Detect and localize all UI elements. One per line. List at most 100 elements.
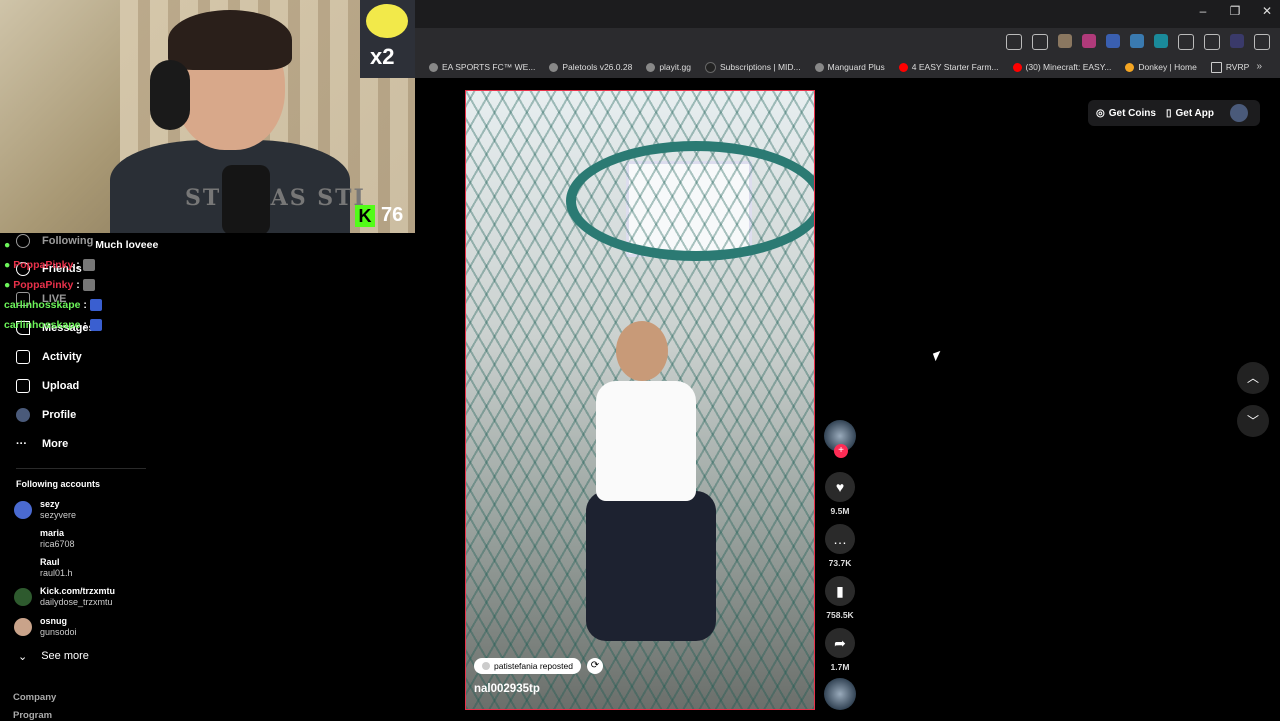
- midjourney-icon: [704, 61, 716, 73]
- following-accounts-title: Following accounts: [16, 479, 101, 489]
- multiplier-badge: x2: [360, 0, 415, 78]
- save-button[interactable]: ▮ 758.5K: [823, 576, 857, 620]
- person-head: [616, 321, 668, 381]
- kick-viewer-count: K 76: [355, 204, 403, 227]
- bookmark[interactable]: EA SPORTS FC™ WE...: [429, 62, 535, 72]
- globe-icon: [814, 62, 824, 72]
- nav-activity[interactable]: Activity: [16, 350, 82, 364]
- extension-toolbar: [1006, 34, 1270, 50]
- account-item[interactable]: osnug gunsodoi: [14, 616, 77, 638]
- coin-icon: ◎: [1096, 107, 1105, 119]
- avatar: [14, 501, 32, 519]
- address-bar: [415, 28, 1280, 56]
- close-icon[interactable]: ✕: [1260, 4, 1274, 18]
- bookmark-folder[interactable]: RVRP: [1210, 61, 1249, 73]
- extension-icon[interactable]: [1082, 34, 1096, 48]
- nav-profile[interactable]: Profile: [16, 408, 76, 422]
- restore-icon[interactable]: ❐: [1228, 4, 1242, 18]
- video-person: [576, 311, 716, 651]
- emote-icon: [82, 259, 95, 272]
- bookmark[interactable]: Paletools v26.0.28: [549, 62, 632, 72]
- emote-icon: [89, 319, 102, 332]
- menu-icon[interactable]: [1254, 34, 1270, 50]
- chat-message: ● PoppaPinky :: [4, 275, 158, 295]
- streamer-hair: [168, 10, 292, 70]
- emote-icon: [89, 299, 102, 312]
- extension-icon[interactable]: [1154, 34, 1168, 48]
- verified-icon: ●: [4, 239, 11, 251]
- comment-button[interactable]: … 73.7K: [823, 524, 857, 568]
- heart-icon: ♥: [825, 472, 855, 502]
- chat-text: :: [76, 279, 80, 291]
- reading-list-icon[interactable]: [1204, 34, 1220, 50]
- video-player[interactable]: patistefania reposted ⟳ nal002935tp: [465, 90, 815, 710]
- globe-icon: [429, 62, 438, 72]
- microphone-icon: [222, 165, 270, 233]
- star-icon[interactable]: [1032, 34, 1048, 50]
- multiplier-label: x2: [370, 44, 395, 69]
- music-disc-icon: [824, 678, 856, 710]
- avatar: [16, 408, 30, 422]
- extension-icon[interactable]: [1058, 34, 1072, 48]
- chat-text: :: [76, 259, 80, 271]
- account-item[interactable]: Raul raul01.h: [14, 557, 73, 579]
- avatar: [14, 588, 32, 606]
- window-controls: – ❐ ✕: [1196, 4, 1274, 18]
- bookmark[interactable]: (30) Minecraft: EASY...: [1012, 62, 1111, 72]
- activity-icon: [16, 350, 30, 364]
- footer-company-link[interactable]: Company: [13, 692, 56, 703]
- account-item[interactable]: Kick.com/trzxmtu dailydose_trzxmtu: [14, 586, 115, 608]
- emote-icon: [82, 279, 95, 292]
- like-count: 9.5M: [830, 506, 850, 516]
- nav-upload[interactable]: Upload: [16, 379, 79, 393]
- divider: [16, 468, 146, 469]
- get-coins-button[interactable]: ◎ Get Coins: [1096, 108, 1156, 119]
- person-torso: [596, 381, 696, 501]
- minimize-icon[interactable]: –: [1196, 4, 1210, 18]
- puzzle-icon[interactable]: [1178, 34, 1194, 50]
- avatar: +: [824, 420, 856, 458]
- profile-icon[interactable]: [1230, 34, 1244, 48]
- repost-icon[interactable]: ⟳: [586, 658, 603, 674]
- chevron-down-icon: ⌄: [18, 651, 28, 663]
- bookmark[interactable]: playit.gg: [646, 62, 691, 72]
- avatar: [482, 662, 490, 670]
- get-app-button[interactable]: ▯ Get App: [1166, 108, 1214, 119]
- bookmark[interactable]: 4 EASY Starter Farm...: [898, 62, 999, 72]
- donkey-icon: [1125, 62, 1135, 72]
- chevron-up-icon: ︿: [1246, 371, 1259, 385]
- chat-username: PoppaPinky: [13, 259, 74, 271]
- chat-text: :: [83, 299, 87, 311]
- shirt-print: STUP AS STI: [185, 185, 366, 211]
- music-disc[interactable]: [823, 678, 857, 710]
- author-avatar[interactable]: +: [823, 420, 857, 458]
- kick-logo-icon: K: [355, 204, 375, 227]
- viewer-count: 76: [381, 204, 404, 226]
- chat-message: carlinhosskape :: [4, 315, 158, 335]
- install-icon[interactable]: [1006, 34, 1022, 50]
- bookmark[interactable]: Donkey | Home: [1125, 62, 1197, 72]
- previous-video-button[interactable]: ︿: [1237, 362, 1269, 394]
- account-item[interactable]: sezy sezyvere: [14, 499, 76, 521]
- repost-badge[interactable]: patistefania reposted: [474, 658, 581, 674]
- avatar: [14, 618, 32, 636]
- avatar[interactable]: [1230, 104, 1248, 122]
- follow-plus-icon[interactable]: +: [834, 444, 848, 458]
- footer-program-link[interactable]: Program: [13, 710, 52, 721]
- share-icon: ➦: [825, 628, 855, 658]
- upload-icon: [16, 379, 30, 393]
- bookmark[interactable]: Manguard Plus: [814, 62, 885, 72]
- extension-icon[interactable]: [1106, 34, 1120, 48]
- chevron-down-icon: ﹀: [1246, 414, 1259, 428]
- like-button[interactable]: ♥ 9.5M: [823, 472, 857, 516]
- nav-more[interactable]: ··· More: [16, 438, 68, 450]
- bookmarks-overflow-icon[interactable]: »: [1256, 61, 1262, 72]
- comment-count: 73.7K: [828, 558, 852, 568]
- account-item[interactable]: maria rica6708: [14, 528, 75, 550]
- bookmark[interactable]: Subscriptions | MID...: [704, 61, 801, 73]
- see-more-button[interactable]: ⌄ See more: [18, 650, 89, 663]
- extension-icon[interactable]: [1130, 34, 1144, 48]
- next-video-button[interactable]: ﹀: [1237, 405, 1269, 437]
- share-button[interactable]: ➦ 1.7M: [823, 628, 857, 672]
- video-author[interactable]: nal002935tp: [474, 683, 540, 695]
